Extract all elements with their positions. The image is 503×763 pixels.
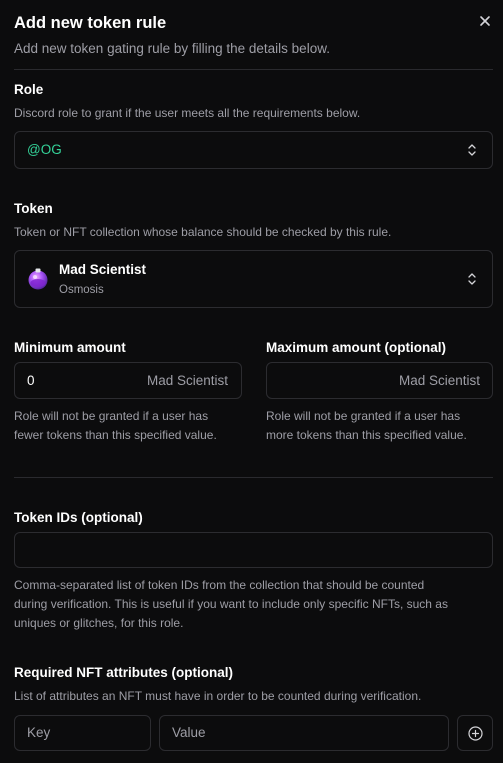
token-label: Token — [14, 201, 53, 216]
dialog-title: Add new token rule — [14, 14, 167, 32]
role-description: Discord role to grant if the user meets … — [14, 106, 361, 120]
close-button[interactable] — [478, 14, 492, 28]
min-amount-label: Minimum amount — [14, 340, 126, 355]
token-select[interactable] — [14, 250, 493, 308]
add-attribute-button[interactable] — [457, 715, 493, 751]
attribute-value-placeholder: Value — [172, 725, 206, 740]
token-ids-description-1: Comma-separated list of token IDs from t… — [14, 578, 425, 592]
potion-flask-icon — [28, 268, 48, 290]
plus-circle-icon — [468, 726, 483, 741]
token-ids-description-2: during verification. This is useful if y… — [14, 597, 448, 611]
section-divider — [14, 477, 493, 478]
token-description: Token or NFT collection whose balance sh… — [14, 225, 392, 239]
min-amount-description-1: Role will not be granted if a user has — [14, 409, 209, 423]
role-select-value: @OG — [27, 142, 62, 157]
min-amount-value: 0 — [27, 373, 35, 388]
token-ids-input[interactable] — [14, 532, 493, 568]
dialog-subtitle: Add new token gating rule by filling the… — [14, 41, 330, 56]
max-amount-suffix: Mad Scientist — [398, 373, 480, 388]
role-select[interactable] — [14, 131, 493, 169]
token-ids-description-3: uniques or glitches, for this role. — [14, 616, 184, 630]
max-amount-description-1: Role will not be granted if a user has — [266, 409, 461, 423]
token-name: Mad Scientist — [59, 262, 147, 277]
close-icon — [480, 16, 490, 26]
chevron-updown-icon — [468, 144, 476, 156]
attribute-key-placeholder: Key — [27, 725, 51, 740]
chevron-updown-icon — [468, 273, 476, 285]
header-divider — [14, 69, 493, 70]
min-amount-suffix: Mad Scientist — [146, 373, 228, 388]
min-amount-description-2: fewer tokens than this specified value. — [14, 428, 217, 442]
max-amount-description-2: more tokens than this specified value. — [266, 428, 467, 442]
token-ids-label: Token IDs (optional) — [14, 510, 143, 525]
token-chain: Osmosis — [59, 284, 104, 296]
nft-attributes-description: List of attributes an NFT must have in o… — [14, 689, 422, 703]
max-amount-label: Maximum amount (optional) — [266, 340, 446, 355]
role-label: Role — [14, 82, 44, 97]
nft-attributes-label: Required NFT attributes (optional) — [14, 665, 233, 680]
